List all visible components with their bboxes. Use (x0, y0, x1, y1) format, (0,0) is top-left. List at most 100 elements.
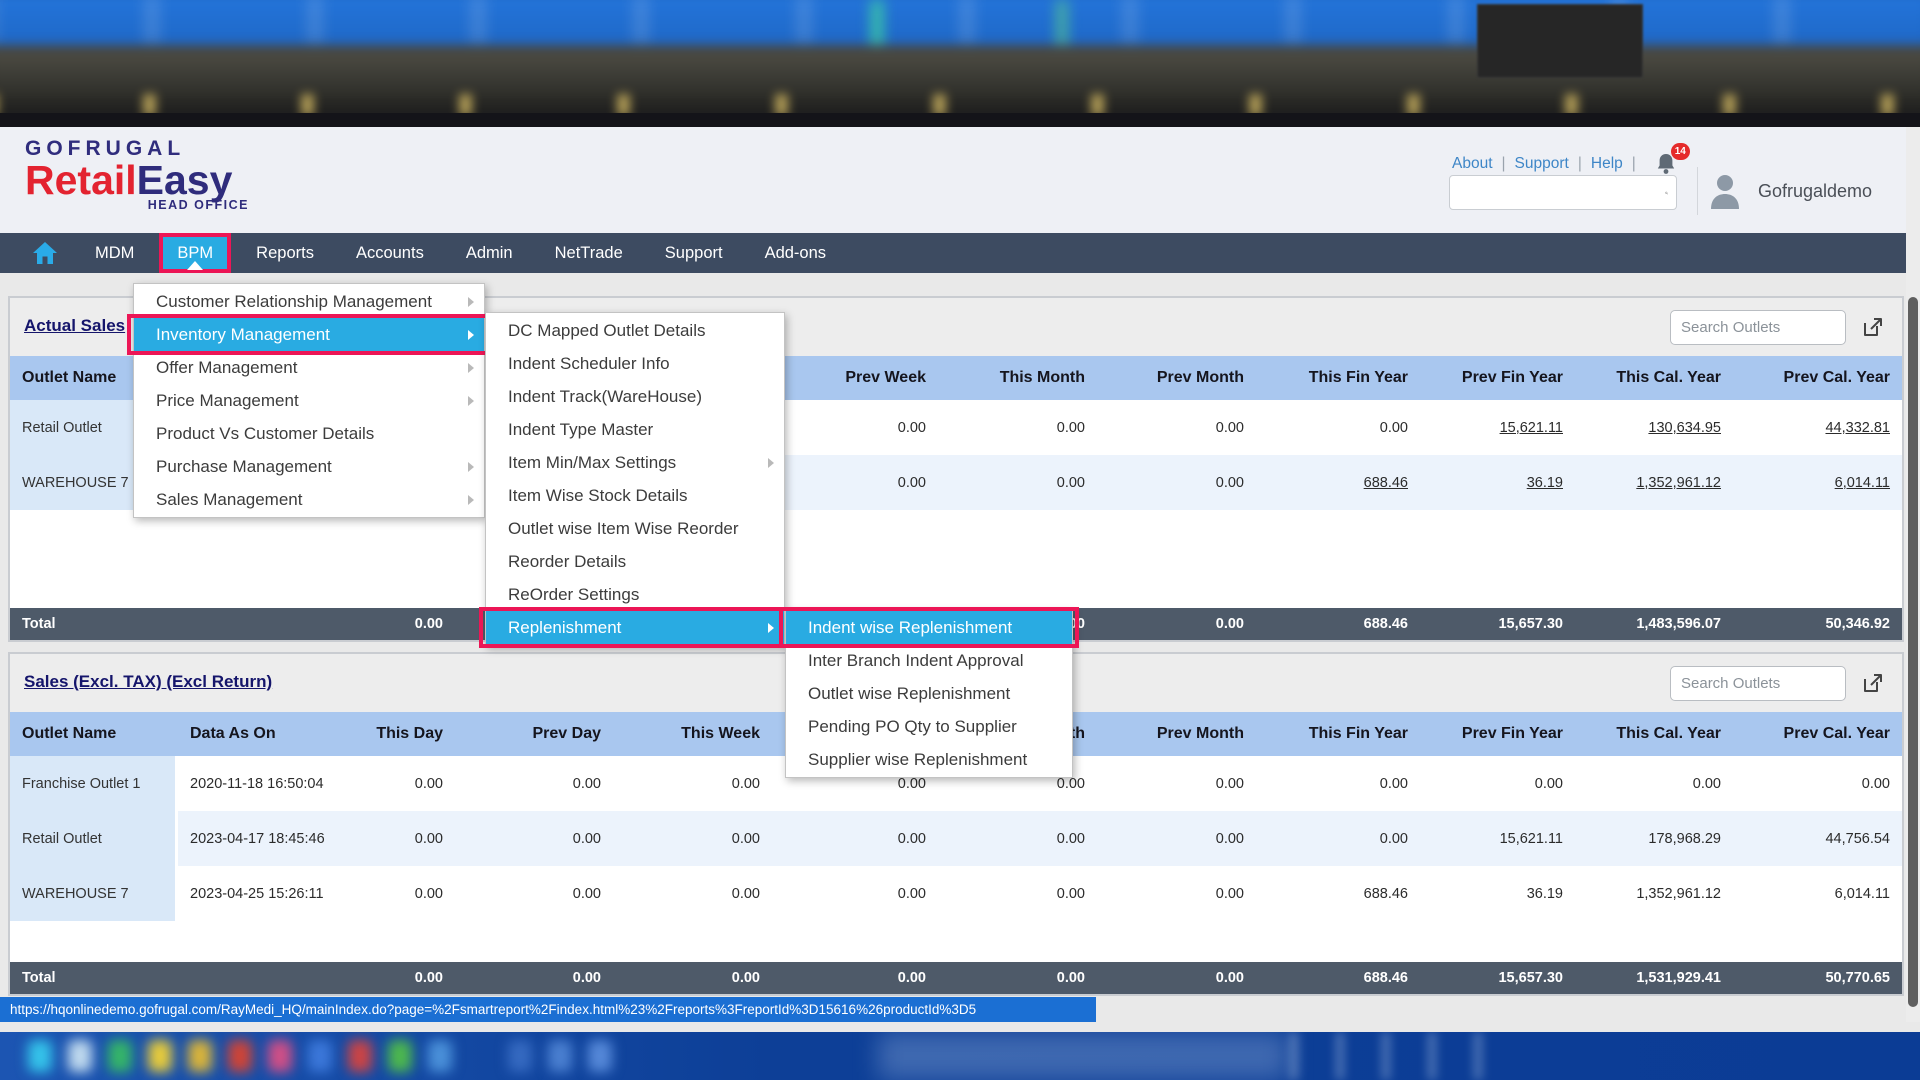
menu-item-reorder-details[interactable]: Reorder Details (486, 545, 784, 578)
nav-home[interactable] (16, 233, 74, 273)
nav-item-support[interactable]: Support (644, 233, 744, 273)
column-header-outlet-name[interactable]: Outlet Name (10, 712, 178, 756)
menu-item-supplier-wise-replenishment[interactable]: Supplier wise Replenishment (786, 743, 1072, 776)
nav-item-admin[interactable]: Admin (445, 233, 534, 273)
expand-icon[interactable] (1862, 672, 1884, 694)
taskbar-app-icon (228, 1040, 252, 1072)
about-link[interactable]: About (1452, 155, 1493, 173)
drilldown-link[interactable]: 6,014.11 (1835, 475, 1890, 491)
cell-this-week: 0.00 (613, 866, 772, 921)
column-header-prev-month[interactable]: Prev Month (1097, 356, 1256, 400)
menu-item-purchase-management[interactable]: Purchase Management (134, 450, 484, 483)
menu-item-inventory-management[interactable]: Inventory Management (134, 318, 484, 351)
menu-item-outlet-wise-item-wise-reorder[interactable]: Outlet wise Item Wise Reorder (486, 512, 784, 545)
column-header-prev-week[interactable]: Prev Week (772, 356, 938, 400)
drilldown-link[interactable]: 44,332.81 (1825, 420, 1890, 436)
submenu-arrow-icon (468, 330, 474, 340)
menu-item-indent-scheduler-info[interactable]: Indent Scheduler Info (486, 347, 784, 380)
product-name-red: Retail (25, 157, 137, 203)
header-links: About Support Help 14 (1452, 153, 1692, 175)
cell-prev-fin-year[interactable]: 15,621.11 (1420, 400, 1575, 455)
menu-item-pending-po-qty-to-supplier[interactable]: Pending PO Qty to Supplier (786, 710, 1072, 743)
column-header-this-cal-year[interactable]: This Cal. Year (1575, 712, 1733, 756)
column-header-prev-day[interactable]: Prev Day (455, 712, 613, 756)
menu-item-indent-track-warehouse[interactable]: Indent Track(WareHouse) (486, 380, 784, 413)
link-separator (1502, 155, 1506, 173)
total-this-cal-year: 1,483,596.07 (1575, 608, 1733, 640)
cell-prev-cal-year[interactable]: 6,014.11 (1733, 455, 1902, 510)
help-link[interactable]: Help (1591, 155, 1623, 173)
cell-this-fin-year[interactable]: 688.46 (1256, 455, 1420, 510)
browser-chrome-blurred (0, 0, 1920, 127)
total-prev-fin-year: 15,657.30 (1420, 608, 1575, 640)
nav-item-nettrade[interactable]: NetTrade (534, 233, 644, 273)
cell-value: 2023-04-17 18:45:46 (190, 831, 325, 847)
outlet-search-box (1670, 666, 1846, 701)
cell-prev-fin-year[interactable]: 36.19 (1420, 455, 1575, 510)
menu-item-price-management[interactable]: Price Management (134, 384, 484, 417)
taskbar-app-icon (308, 1040, 332, 1072)
column-header-this-month[interactable]: This Month (938, 356, 1097, 400)
nav-item-accounts[interactable]: Accounts (335, 233, 445, 273)
menu-item-offer-management[interactable]: Offer Management (134, 351, 484, 384)
cell-prev-cal-year: 44,756.54 (1733, 811, 1902, 866)
column-header-this-fin-year[interactable]: This Fin Year (1256, 356, 1420, 400)
scrollbar-thumb[interactable] (1908, 297, 1918, 1007)
cell-this-week: 0.00 (613, 811, 772, 866)
column-header-data-as-on[interactable]: Data As On (178, 712, 345, 756)
expand-icon[interactable] (1862, 316, 1884, 338)
nav-item-reports[interactable]: Reports (235, 233, 335, 273)
column-header-prev-cal-year[interactable]: Prev Cal. Year (1733, 712, 1902, 756)
vertical-scrollbar[interactable] (1906, 127, 1920, 1022)
menu-item-reorder-settings[interactable]: ReOrder Settings (486, 578, 784, 611)
cell-value: 15,621.11 (1500, 831, 1563, 847)
drilldown-link[interactable]: 130,634.95 (1648, 420, 1721, 436)
cell-value: 0.00 (1380, 831, 1408, 847)
column-header-this-cal-year[interactable]: This Cal. Year (1575, 356, 1733, 400)
nav-item-bpm[interactable]: BPM (159, 233, 231, 273)
column-header-prev-cal-year[interactable]: Prev Cal. Year (1733, 356, 1902, 400)
menu-item-replenishment[interactable]: Replenishment (486, 611, 784, 644)
drilldown-link[interactable]: 36.19 (1527, 475, 1563, 491)
menu-item-inter-branch-indent-approval[interactable]: Inter Branch Indent Approval (786, 644, 1072, 677)
search-icon[interactable] (1665, 183, 1668, 203)
column-header-this-week[interactable]: This Week (613, 712, 772, 756)
inventory-management-menu: DC Mapped Outlet DetailsIndent Scheduler… (485, 312, 785, 646)
drilldown-link[interactable]: 15,621.11 (1500, 420, 1563, 436)
drilldown-link[interactable]: 688.46 (1364, 475, 1408, 491)
cell-data-as-on: 2020-11-18 16:50:04 (178, 756, 345, 811)
outlet-search-input[interactable] (1671, 311, 1845, 344)
cell-this-cal-year[interactable]: 130,634.95 (1575, 400, 1733, 455)
column-header-prev-fin-year[interactable]: Prev Fin Year (1420, 356, 1575, 400)
cell-value: 0.00 (898, 475, 926, 491)
menu-item-item-wise-stock-details[interactable]: Item Wise Stock Details (486, 479, 784, 512)
nav-item-add-ons[interactable]: Add-ons (744, 233, 847, 273)
column-header-this-day[interactable]: This Day (345, 712, 455, 756)
menu-item-product-vs-customer-details[interactable]: Product Vs Customer Details (134, 417, 484, 450)
header-search-input[interactable] (1450, 184, 1665, 201)
column-header-prev-fin-year[interactable]: Prev Fin Year (1420, 712, 1575, 756)
cell-prev-cal-year[interactable]: 44,332.81 (1733, 400, 1902, 455)
menu-item-customer-relationship-management[interactable]: Customer Relationship Management (134, 285, 484, 318)
menu-item-sales-management[interactable]: Sales Management (134, 483, 484, 516)
column-header-prev-month[interactable]: Prev Month (1097, 712, 1256, 756)
menu-item-outlet-wise-replenishment[interactable]: Outlet wise Replenishment (786, 677, 1072, 710)
menu-item-indent-wise-replenishment[interactable]: Indent wise Replenishment (786, 611, 1072, 644)
nav-item-mdm[interactable]: MDM (74, 233, 155, 273)
cell-prev-fin-year: 36.19 (1420, 866, 1575, 921)
menu-item-item-min-max-settings[interactable]: Item Min/Max Settings (486, 446, 784, 479)
cell-this-cal-year[interactable]: 1,352,961.12 (1575, 455, 1733, 510)
menu-item-indent-type-master[interactable]: Indent Type Master (486, 413, 784, 446)
column-header-this-fin-year[interactable]: This Fin Year (1256, 712, 1420, 756)
outlet-search-input[interactable] (1671, 667, 1845, 700)
user-area[interactable]: Gofrugaldemo (1706, 171, 1872, 211)
taskbar-app-icon (68, 1040, 92, 1072)
cell-value: 0.00 (1693, 776, 1721, 792)
cell-data-as-on: 2023-04-25 15:26:11 (178, 866, 345, 921)
cell-value: 36.19 (1527, 886, 1563, 902)
header-divider (1697, 167, 1698, 215)
support-link[interactable]: Support (1515, 155, 1569, 173)
notification-bell-icon[interactable]: 14 (1655, 152, 1679, 176)
menu-item-dc-mapped-outlet-details[interactable]: DC Mapped Outlet Details (486, 314, 784, 347)
drilldown-link[interactable]: 1,352,961.12 (1636, 475, 1721, 491)
